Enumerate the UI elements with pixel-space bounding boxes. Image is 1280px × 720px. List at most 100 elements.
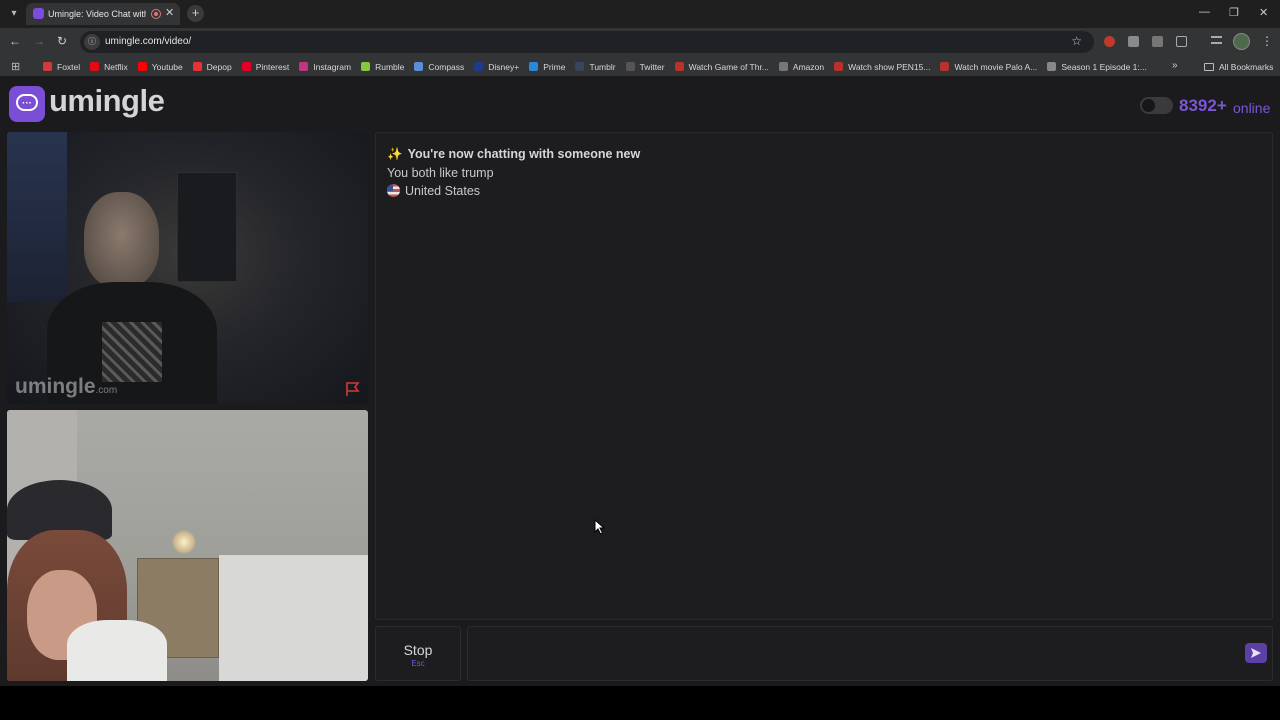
scarf-shape xyxy=(102,322,162,382)
umingle-watermark: umingle.com xyxy=(15,375,118,398)
window-close-icon[interactable]: ✕ xyxy=(1259,6,1268,19)
tab-close-icon[interactable]: ✕ xyxy=(165,6,174,19)
bed-shape xyxy=(219,555,368,681)
browser-tab-umingle[interactable]: Umingle: Video Chat with S ✕ xyxy=(26,3,180,25)
bookmark-item[interactable]: Compass xyxy=(409,56,469,77)
send-button[interactable] xyxy=(1245,643,1267,663)
tab-search-chevron-icon[interactable]: ▾ xyxy=(6,6,22,22)
bookmark-label: Watch show PEN15... xyxy=(848,61,931,72)
umingle-logo-icon[interactable]: ··· xyxy=(9,86,45,122)
bookmark-label: Youtube xyxy=(151,61,183,72)
bookmark-label: Watch movie Palo A... xyxy=(954,61,1038,72)
bookmark-star-icon[interactable]: ☆ xyxy=(1071,34,1082,48)
stop-button[interactable]: Stop Esc xyxy=(375,626,461,681)
bookmark-item[interactable]: Watch Game of Thr... xyxy=(670,56,774,77)
extension-red-icon[interactable] xyxy=(1104,36,1115,47)
bookmark-list: Foxtel Netflix Youtube Depop Pinterest Instag… xyxy=(38,56,1152,77)
all-bookmarks-button[interactable]: All Bookmarks xyxy=(1204,56,1273,77)
bookmark-item[interactable]: Depop xyxy=(188,56,237,77)
back-arrow-icon[interactable]: ← xyxy=(9,34,21,48)
restore-icon[interactable]: ❐ xyxy=(1229,6,1239,19)
umingle-favicon-icon xyxy=(33,8,44,19)
bookmark-item[interactable]: Tumblr xyxy=(570,56,620,77)
browser-menu-icon[interactable]: ⋮ xyxy=(1261,34,1273,48)
send-arrow-icon xyxy=(1251,648,1261,658)
person-face-shape xyxy=(84,192,159,287)
minimize-icon[interactable]: — xyxy=(1199,6,1210,18)
common-interest-text: You both like trump xyxy=(387,166,494,180)
bookmark-label: Tumblr xyxy=(589,61,616,72)
window-light-shape xyxy=(7,132,67,302)
stop-shortcut-hint: Esc xyxy=(411,659,425,668)
new-tab-button[interactable]: + xyxy=(187,5,204,22)
message-input[interactable] xyxy=(467,626,1273,681)
forward-arrow-icon[interactable]: → xyxy=(33,34,45,48)
stop-button-label: Stop xyxy=(403,642,433,658)
bookmark-label: Season 1 Episode 1:... xyxy=(1061,61,1147,72)
bookmark-favicon-icon xyxy=(1047,62,1057,71)
profile-avatar[interactable] xyxy=(1233,33,1250,50)
reload-icon[interactable]: ↻ xyxy=(57,34,67,48)
chat-status-line: ✨ You're now chatting with someone new xyxy=(387,147,640,162)
bookmark-favicon-icon xyxy=(529,62,539,71)
chat-bubble-icon: ··· xyxy=(16,94,38,111)
bookmark-item[interactable]: Instagram xyxy=(294,56,356,77)
bookmark-label: Foxtel xyxy=(57,61,81,72)
bookmark-item[interactable]: Season 1 Episode 1:... xyxy=(1042,56,1152,77)
bookmark-favicon-icon xyxy=(778,62,788,71)
chat-headline-text: You're now chatting with someone new xyxy=(407,147,641,161)
extensions-puzzle-icon[interactable] xyxy=(1176,36,1187,47)
bookmark-favicon-icon xyxy=(90,62,100,71)
apps-grid-icon[interactable]: ⊞ xyxy=(11,60,20,73)
bookmark-item[interactable]: Rumble xyxy=(356,56,409,77)
bookmark-favicon-icon xyxy=(414,62,424,71)
bookmarks-bar: ⊞ Foxtel Netflix Youtube Depop Pinterest Inst… xyxy=(0,56,1280,77)
bookmark-item[interactable]: Foxtel xyxy=(38,56,85,77)
sparkles-icon: ✨ xyxy=(387,147,403,161)
lamp-light-shape xyxy=(172,530,196,554)
media-controls-icon[interactable] xyxy=(1211,36,1222,44)
bookmark-label: Pinterest xyxy=(255,61,290,72)
bookmark-label: Amazon xyxy=(792,61,825,72)
doorway-shape xyxy=(177,172,237,282)
bookmark-label: Rumble xyxy=(375,61,405,72)
bookmark-label: Watch Game of Thr... xyxy=(688,61,769,72)
bookmark-item[interactable]: Youtube xyxy=(133,56,188,77)
online-count: 8392+ xyxy=(1179,96,1227,115)
bookmark-label: Prime xyxy=(543,61,566,72)
bookmark-favicon-icon xyxy=(625,62,635,71)
bookmark-favicon-icon xyxy=(834,62,844,71)
extension-game-icon[interactable] xyxy=(1128,36,1139,47)
all-bookmarks-label: All Bookmarks xyxy=(1219,61,1274,72)
bookmark-item[interactable]: Watch movie Palo A... xyxy=(935,56,1042,77)
bookmark-item[interactable]: Twitter xyxy=(621,56,670,77)
us-flag-icon xyxy=(387,184,400,197)
stranger-video: umingle.com xyxy=(7,132,368,404)
self-video xyxy=(7,410,368,681)
address-bar[interactable]: ⓘ umingle.com/video/ ☆ xyxy=(80,31,1094,53)
logo-text[interactable]: umingle xyxy=(49,83,165,119)
bookmark-favicon-icon xyxy=(575,62,585,71)
chat-panel: ✨ You're now chatting with someone new Yo… xyxy=(375,132,1273,620)
bookmark-label: Twitter xyxy=(639,61,665,72)
tab-title: Umingle: Video Chat with S xyxy=(48,9,146,19)
bookmark-item[interactable]: Amazon xyxy=(774,56,829,77)
bookmark-favicon-icon xyxy=(43,62,52,71)
bookmark-item[interactable]: Disney+ xyxy=(469,56,524,77)
bookmark-favicon-icon xyxy=(674,62,684,71)
site-info-icon[interactable]: ⓘ xyxy=(84,34,100,50)
bookmark-favicon-icon xyxy=(137,62,147,71)
bookmark-item[interactable]: Netflix xyxy=(85,56,133,77)
mouse-cursor-icon xyxy=(594,519,606,535)
bookmark-item[interactable]: Prime xyxy=(524,56,570,77)
bookmark-favicon-icon xyxy=(474,62,484,71)
stranger-country-line: United States xyxy=(387,184,480,198)
bookmark-item[interactable]: Pinterest xyxy=(237,56,295,77)
report-flag-icon[interactable] xyxy=(345,381,361,397)
extension-doc-icon[interactable] xyxy=(1152,36,1163,47)
url-text: umingle.com/video/ xyxy=(105,36,192,47)
bookmark-item[interactable]: Watch show PEN15... xyxy=(829,56,935,77)
bookmark-favicon-icon xyxy=(299,62,309,71)
more-bookmarks-chevron-icon[interactable]: » xyxy=(1172,60,1178,71)
theme-toggle[interactable] xyxy=(1140,97,1173,114)
